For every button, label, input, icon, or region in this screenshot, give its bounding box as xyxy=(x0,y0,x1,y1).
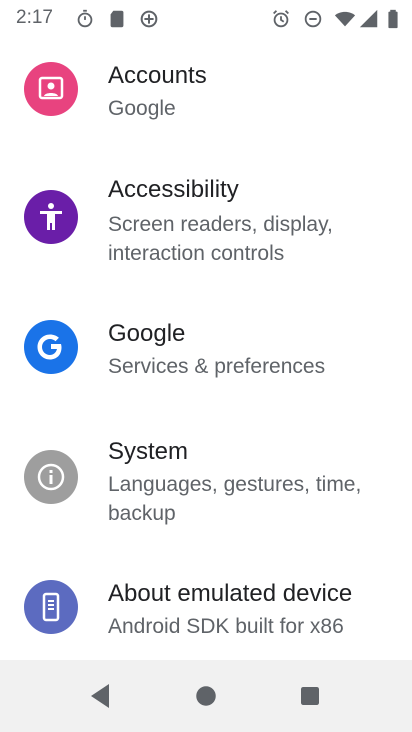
item-subtitle: Google xyxy=(108,97,176,120)
settings-item-about-device[interactable]: About emulated device Android SDK built … xyxy=(0,566,412,660)
phone-icon xyxy=(24,580,78,634)
settings-list[interactable]: Accounts Google Accessibility Screen rea… xyxy=(0,36,412,660)
item-title: Accessibility xyxy=(108,176,239,203)
wifi-icon xyxy=(334,11,356,27)
signal-icon xyxy=(359,9,378,28)
settings-item-accounts[interactable]: Accounts Google xyxy=(0,48,412,158)
accounts-icon xyxy=(24,62,78,116)
sd-card-icon xyxy=(110,10,124,28)
stopwatch-icon xyxy=(77,9,93,28)
back-icon[interactable] xyxy=(82,678,118,714)
home-icon[interactable] xyxy=(188,678,224,714)
recents-icon[interactable] xyxy=(292,678,328,714)
status-time: 2:17 xyxy=(16,7,53,28)
accessibility-icon xyxy=(24,190,78,244)
status-bar: 2:17 xyxy=(0,0,412,36)
do-not-disturb-icon xyxy=(304,10,322,28)
alarm-icon xyxy=(273,10,289,28)
item-title: Accounts xyxy=(108,62,207,89)
google-icon xyxy=(24,320,78,374)
item-title: Google xyxy=(108,320,186,347)
item-subtitle: Screen readers, display, interaction con… xyxy=(108,213,333,265)
info-icon xyxy=(24,450,78,504)
navigation-bar xyxy=(0,660,412,732)
data-saver-icon xyxy=(140,10,158,28)
item-subtitle: Android SDK built for x86 xyxy=(108,615,344,638)
item-title: System xyxy=(108,438,189,465)
settings-item-system[interactable]: System Languages, gestures, time, backup xyxy=(0,420,412,560)
settings-item-accessibility[interactable]: Accessibility Screen readers, display, i… xyxy=(0,158,412,290)
battery-icon xyxy=(388,9,398,29)
settings-item-google[interactable]: Google Services & preferences xyxy=(0,300,412,410)
item-subtitle: Languages, gestures, time, backup xyxy=(108,473,362,525)
item-subtitle: Services & preferences xyxy=(108,355,326,378)
item-title: About emulated device xyxy=(108,580,353,607)
